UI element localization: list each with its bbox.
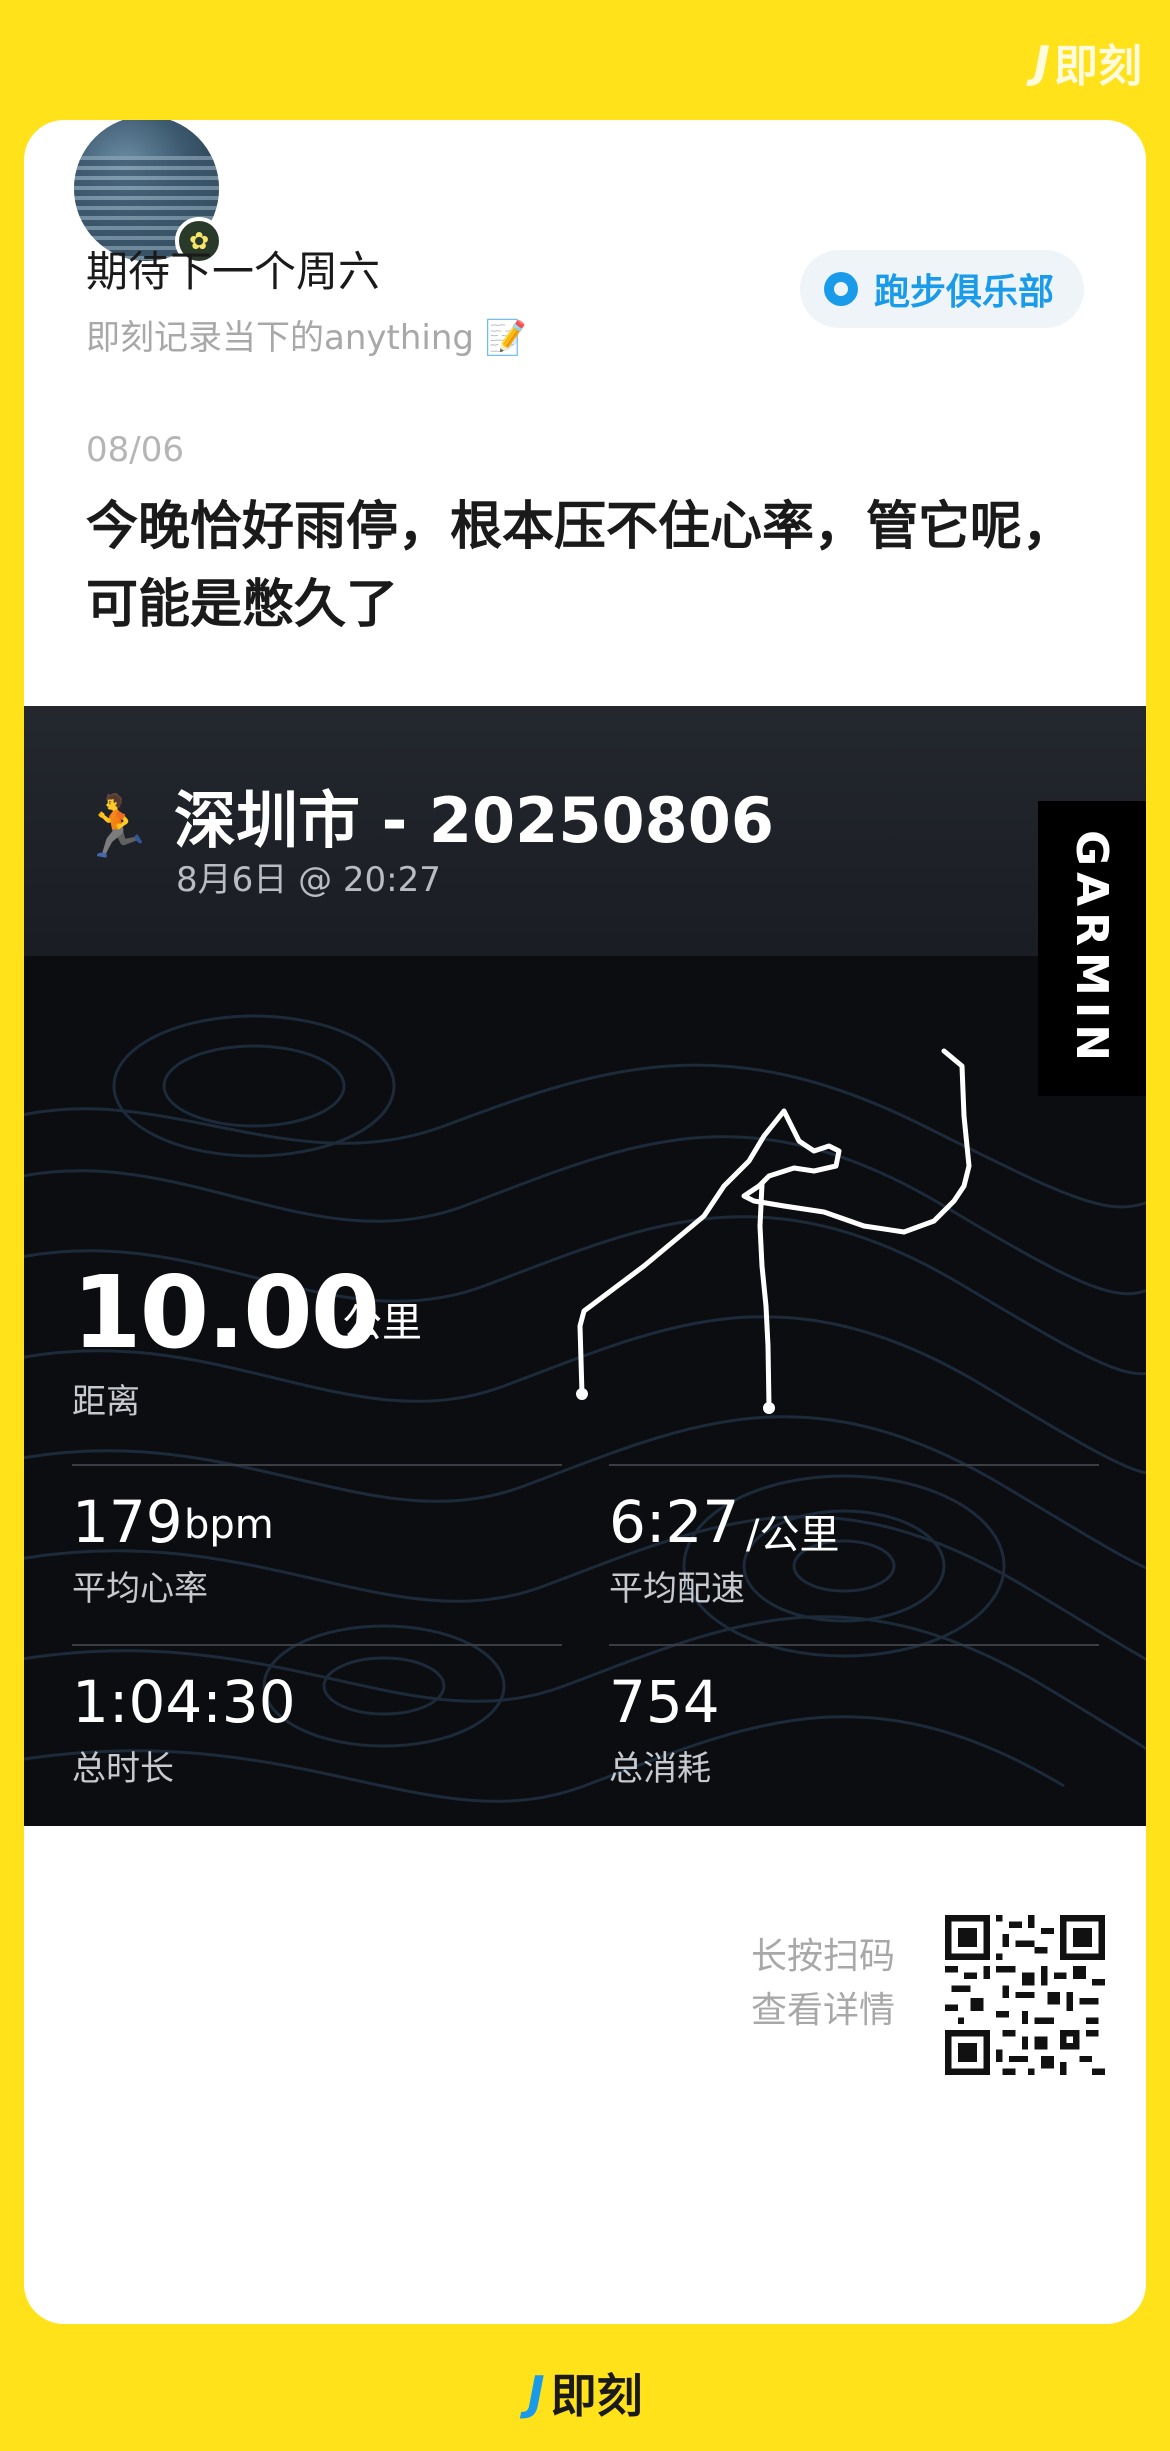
duration-value: 1:04:30 — [72, 1668, 296, 1736]
qr-code[interactable] — [945, 1915, 1105, 2075]
club-name: 跑步俱乐部 — [873, 272, 1054, 313]
heart-rate-unit: bpm — [184, 1502, 274, 1548]
brand-j-icon: J — [527, 2366, 545, 2420]
distance-label: 距离 — [72, 1382, 140, 1422]
divider — [72, 1644, 562, 1646]
pace-value: 6:27 — [609, 1488, 740, 1556]
brand-j-icon: J — [1033, 36, 1050, 88]
heart-rate-value: 179 — [72, 1488, 183, 1556]
club-tag[interactable]: 跑步俱乐部 — [799, 250, 1084, 328]
divider — [609, 1464, 1099, 1466]
scan-hint: 长按扫码 查看详情 — [751, 1930, 895, 2038]
post-date: 08/06 — [86, 430, 184, 470]
brand-name: 即刻 — [550, 2369, 643, 2423]
post-text: 今晚恰好雨停，根本压不住心率，管它呢，可能是憋久了 — [86, 497, 1075, 635]
scan-hint-line1: 长按扫码 — [750, 1936, 895, 1977]
scan-hint-line2: 查看详情 — [750, 1990, 895, 2031]
user-name[interactable]: 期待下一个周六 — [86, 238, 380, 299]
activity-card[interactable]: 🏃 深圳市 - 20250806 8月6日 @ 20:27 GARMIN 10.… — [24, 706, 1146, 1826]
club-icon — [823, 272, 858, 306]
distance-unit: 公里 — [342, 1300, 422, 1346]
calories-value: 754 — [609, 1668, 720, 1736]
top-brand-logo: J 即刻 — [1034, 30, 1142, 94]
distance-value: 10.00 — [72, 1254, 380, 1371]
divider — [72, 1464, 562, 1466]
pace-unit: /公里 — [746, 1512, 840, 1558]
brand-name: 即刻 — [1054, 41, 1142, 92]
bottom-brand-logo: J 即刻 — [0, 2360, 1170, 2426]
duration-label: 总时长 — [72, 1749, 174, 1789]
pace-label: 平均配速 — [609, 1569, 745, 1609]
calories-label: 总消耗 — [609, 1749, 711, 1789]
heart-rate-label: 平均心率 — [72, 1569, 208, 1609]
divider — [609, 1644, 1099, 1646]
user-tagline: 即刻记录当下的anything 📝 — [86, 318, 528, 358]
